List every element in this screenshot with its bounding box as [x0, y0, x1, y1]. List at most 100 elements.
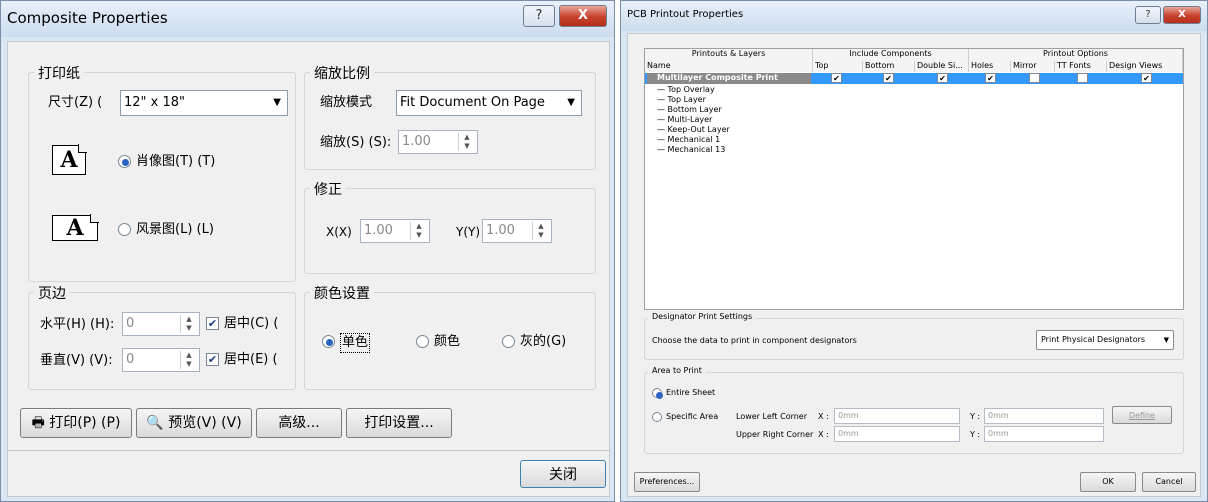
lower-x-label: X :: [818, 412, 829, 421]
layer-item[interactable]: — Bottom Layer: [657, 105, 722, 115]
x-correction-spin[interactable]: 1.00 ▲ ▼: [360, 219, 430, 243]
vertical-margin-spin[interactable]: 0 ▲ ▼: [122, 348, 200, 372]
upper-x-label: X :: [818, 430, 829, 439]
spin-arrows-icon[interactable]: ▲ ▼: [458, 133, 475, 151]
print-setup-button[interactable]: 打印设置...: [346, 408, 452, 438]
column-tt-fonts[interactable]: TT Fonts: [1055, 61, 1107, 72]
help-button[interactable]: ?: [523, 5, 555, 27]
margins-group: [28, 292, 296, 390]
column-bottom[interactable]: Bottom: [863, 61, 915, 72]
close-x-button[interactable]: X: [559, 5, 607, 27]
spin-arrows-icon[interactable]: ▲ ▼: [532, 222, 549, 240]
horizontal-margin-value: 0: [126, 316, 135, 331]
holes-checkbox[interactable]: ✔: [985, 73, 996, 83]
layers-table[interactable]: Printouts & Layers Include Components Pr…: [644, 48, 1184, 310]
group-header-options: Printout Options: [969, 49, 1183, 61]
layer-item[interactable]: — Mechanical 13: [657, 145, 725, 155]
top-checkbox[interactable]: ✔: [831, 73, 842, 83]
specific-area-radio[interactable]: [652, 412, 662, 422]
dialog-title: PCB Printout Properties: [627, 9, 744, 20]
paper-size-combo[interactable]: 12" x 18" ▼: [120, 90, 288, 116]
landscape-radio[interactable]: [118, 223, 131, 236]
scale-mode-combo[interactable]: Fit Document On Page ▼: [396, 90, 582, 116]
title-bar: PCB Printout Properties ? X: [621, 1, 1207, 31]
designator-dropdown[interactable]: Print Physical Designators ▼: [1036, 330, 1174, 350]
design-views-checkbox[interactable]: ✔: [1141, 73, 1152, 83]
ok-button[interactable]: OK: [1080, 472, 1136, 492]
landscape-page-icon: A: [52, 214, 99, 241]
gray-label: 灰的(G): [520, 334, 567, 349]
designator-group-label: Designator Print Settings: [648, 312, 757, 322]
layer-item[interactable]: — Top Overlay: [657, 85, 715, 95]
group-header-components: Include Components: [813, 49, 969, 61]
cancel-button[interactable]: Cancel: [1142, 472, 1196, 492]
chevron-down-icon: ▼: [1163, 336, 1169, 344]
bottom-checkbox[interactable]: ✔: [883, 73, 894, 83]
layer-item[interactable]: — Mechanical 1: [657, 135, 720, 145]
landscape-label: 风景图(L) (L): [136, 222, 214, 237]
scale-group-label: 缩放比例: [310, 66, 374, 82]
layer-item[interactable]: — Top Layer: [657, 95, 706, 105]
dialog-client-area: 打印纸 尺寸(Z) ( 12" x 18" ▼ A 肖像图(T) (T) A 风…: [7, 41, 610, 497]
upper-y-input[interactable]: 0mm: [984, 426, 1104, 442]
preferences-button[interactable]: Preferences...: [634, 472, 700, 492]
color-radio[interactable]: [416, 335, 429, 348]
upper-y-label: Y :: [970, 430, 981, 439]
column-mirror[interactable]: Mirror: [1011, 61, 1055, 72]
specific-area-label: Specific Area: [666, 412, 719, 421]
area-group-label: Area to Print: [648, 366, 706, 376]
title-bar: Composite Properties ? X: [1, 1, 614, 37]
y-correction-spin[interactable]: 1.00 ▲ ▼: [482, 219, 552, 243]
column-double-sided[interactable]: Double Si...: [915, 61, 969, 72]
layer-item[interactable]: — Multi-Layer: [657, 115, 712, 125]
tt-fonts-checkbox[interactable]: [1077, 73, 1088, 83]
entire-sheet-radio[interactable]: [652, 388, 663, 399]
spin-arrows-icon[interactable]: ▲ ▼: [410, 222, 427, 240]
column-design-views[interactable]: Design Views: [1107, 61, 1183, 72]
lower-y-input[interactable]: 0mm: [984, 408, 1104, 424]
advanced-button[interactable]: 高级...: [256, 408, 342, 438]
spin-arrows-icon[interactable]: ▲ ▼: [180, 315, 197, 333]
layer-item[interactable]: — Keep-Out Layer: [657, 125, 730, 135]
size-label: 尺寸(Z) (: [48, 95, 103, 110]
horizontal-margin-spin[interactable]: 0 ▲ ▼: [122, 312, 200, 336]
spin-arrows-icon[interactable]: ▲ ▼: [180, 351, 197, 369]
scale-label: 缩放(S) (S):: [320, 135, 392, 150]
preview-button[interactable]: 🔍 预览(V) (V): [136, 408, 252, 438]
chevron-down-icon: ▼: [567, 97, 575, 108]
lower-x-input[interactable]: 0mm: [834, 408, 960, 424]
help-button[interactable]: ?: [1135, 6, 1161, 24]
center-vertical-label: 居中(E) (: [224, 352, 278, 367]
close-button[interactable]: 关闭: [520, 460, 606, 488]
scale-mode-value: Fit Document On Page: [400, 95, 545, 110]
mirror-checkbox[interactable]: [1029, 73, 1040, 83]
print-button[interactable]: 🖶 打印(P) (P): [20, 408, 132, 438]
mono-radio[interactable]: [322, 335, 335, 348]
dialog-title: Composite Properties: [7, 9, 168, 27]
portrait-radio[interactable]: [118, 155, 131, 168]
gray-radio[interactable]: [502, 335, 515, 348]
scale-value: 1.00: [402, 134, 431, 149]
column-holes[interactable]: Holes: [969, 61, 1011, 72]
mono-label: 单色: [340, 333, 371, 353]
column-top[interactable]: Top: [813, 61, 863, 72]
pcb-printout-properties-dialog: PCB Printout Properties ? X Printouts & …: [620, 0, 1208, 502]
column-name[interactable]: Name: [645, 61, 813, 72]
scale-spin[interactable]: 1.00 ▲ ▼: [398, 130, 478, 154]
chevron-down-icon: ▼: [273, 97, 281, 108]
vertical-margin-value: 0: [126, 352, 135, 367]
paper-size-value: 12" x 18": [124, 95, 186, 110]
close-x-button[interactable]: X: [1163, 6, 1201, 24]
upper-x-input[interactable]: 0mm: [834, 426, 960, 442]
center-horizontal-checkbox[interactable]: ✔: [206, 317, 219, 330]
horizontal-margin-label: 水平(H) (H):: [40, 317, 115, 332]
define-button[interactable]: Define: [1112, 406, 1172, 424]
scale-mode-label: 缩放模式: [320, 95, 373, 110]
group-header-layers: Printouts & Layers: [645, 49, 813, 61]
table-row-selected[interactable]: Multilayer Composite Print ✔ ✔ ✔ ✔ ✔: [645, 73, 1183, 84]
separator: [8, 450, 609, 451]
center-vertical-checkbox[interactable]: ✔: [206, 353, 219, 366]
preview-button-label: 预览(V) (V): [168, 415, 242, 431]
double-sided-checkbox[interactable]: ✔: [937, 73, 948, 83]
x-correction-value: 1.00: [364, 223, 393, 238]
